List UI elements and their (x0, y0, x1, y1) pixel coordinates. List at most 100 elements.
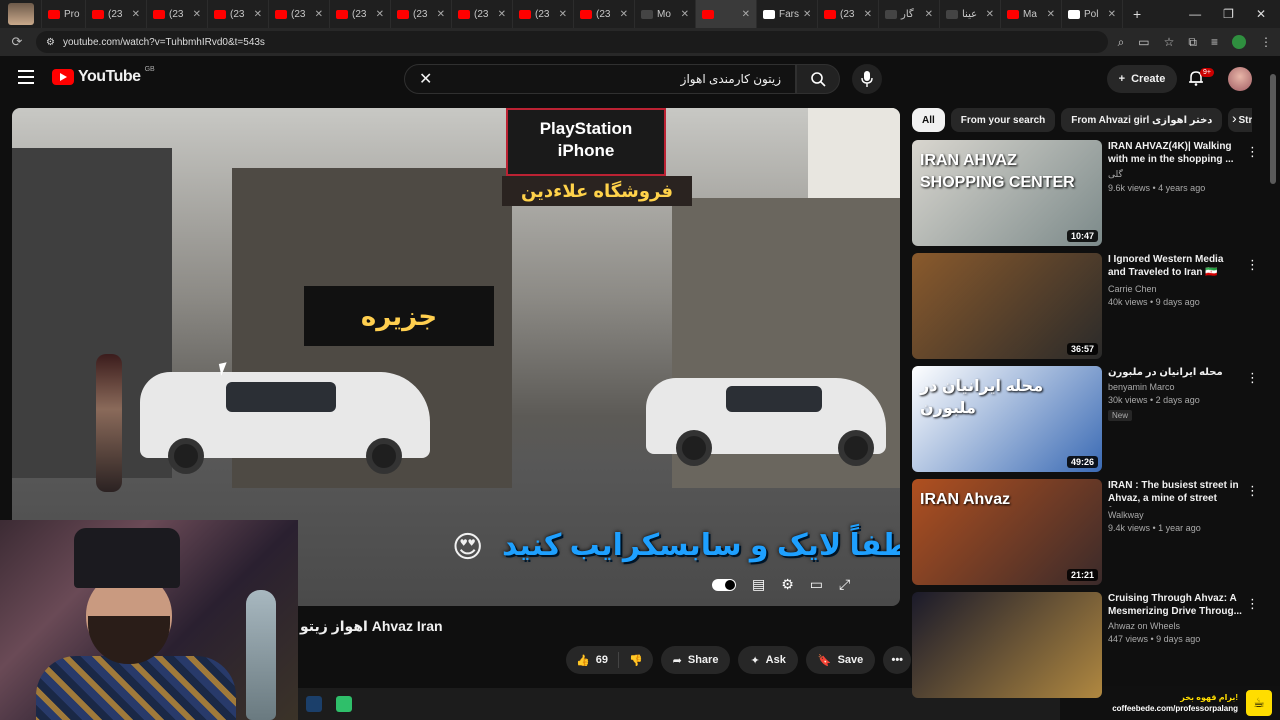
browser-tab[interactable]: Pol ✕ (1062, 0, 1123, 28)
recommendation-title[interactable]: IRAN : The busiest street in Ahvaz, a mi… (1108, 479, 1242, 507)
browser-tab[interactable]: ✕ (696, 0, 757, 28)
captions-icon[interactable]: ▤ (752, 576, 765, 593)
close-tab-icon[interactable]: ✕ (864, 9, 872, 20)
maximize-icon[interactable]: ❐ (1223, 7, 1234, 21)
recommendation-item[interactable]: 36:57 I Ignored Western Media and Travele… (912, 253, 1262, 366)
save-button[interactable]: 🔖 Save (805, 646, 876, 674)
channel-name[interactable]: benyamin Marco (1108, 382, 1242, 392)
browser-tab[interactable]: Ma ✕ (1001, 0, 1062, 28)
close-tab-icon[interactable]: ✕ (803, 9, 811, 20)
recommendation-title[interactable]: IRAN AHVAZ(4K)| Walking with me in the s… (1108, 140, 1242, 166)
recommendation-title[interactable]: I Ignored Western Media and Traveled to … (1108, 253, 1242, 281)
settings-gear-icon[interactable]: ⚙ (781, 576, 794, 593)
dislike-button[interactable]: 👎 (619, 646, 653, 674)
ask-button[interactable]: ✦ Ask (738, 646, 798, 674)
filter-chip[interactable]: All (912, 108, 945, 132)
recommendation-item[interactable]: IRAN AHVAZ SHOPPING CENTER 10:47 IRAN AHVA… (912, 140, 1262, 253)
bookmark-star-icon[interactable]: ☆ (1164, 35, 1175, 50)
close-tab-icon[interactable]: ✕ (925, 9, 933, 20)
hamburger-icon[interactable] (18, 70, 34, 84)
close-tab-icon[interactable]: ✕ (559, 9, 567, 20)
browser-tab[interactable]: (23 ✕ (818, 0, 879, 28)
theater-mode-icon[interactable]: ▭ (810, 576, 823, 593)
browser-tab[interactable]: (23 ✕ (513, 0, 574, 28)
browser-tab[interactable]: Mo ✕ (635, 0, 696, 28)
mic-icon[interactable] (852, 64, 882, 94)
close-window-icon[interactable]: ✕ (1256, 7, 1266, 21)
close-tab-icon[interactable]: ✕ (620, 9, 628, 20)
browser-tab[interactable]: (23 ✕ (208, 0, 269, 28)
close-tab-icon[interactable]: ✕ (742, 9, 750, 20)
account-avatar[interactable] (1228, 67, 1252, 91)
close-tab-icon[interactable]: ✕ (376, 9, 384, 20)
video-thumbnail[interactable]: IRAN Ahvaz 21:21 (912, 479, 1102, 585)
like-button[interactable]: 👍 69 (566, 646, 618, 674)
profile-avatar-icon[interactable] (1232, 34, 1246, 49)
url-field[interactable]: ⚙ youtube.com/watch?v=TuhbmhIRvd0&t=543s (36, 31, 1108, 53)
youtube-logo[interactable]: YouTube GB (52, 66, 155, 86)
close-tab-icon[interactable]: ✕ (1108, 9, 1116, 20)
close-tab-icon[interactable]: ✕ (315, 9, 323, 20)
recommendation-item[interactable]: Cruising Through Ahvaz: A Mesmerizing Dr… (912, 592, 1262, 705)
close-tab-icon[interactable]: ✕ (437, 9, 445, 20)
more-actions-button[interactable]: ••• (883, 646, 912, 674)
video-thumbnail[interactable]: IRAN AHVAZ SHOPPING CENTER 10:47 (912, 140, 1102, 246)
filter-chip[interactable]: From your search (950, 108, 1056, 132)
new-tab-icon[interactable]: + (1123, 6, 1151, 22)
browser-tab[interactable]: Fars ✕ (757, 0, 818, 28)
video-thumbnail[interactable]: محله ایرانیان در ملبورن 49:26 (912, 366, 1102, 472)
reload-icon[interactable]: ⟳ (8, 34, 26, 50)
close-tab-icon[interactable]: ✕ (498, 9, 506, 20)
close-tab-icon[interactable]: ✕ (254, 9, 262, 20)
recommendation-item[interactable]: IRAN Ahvaz 21:21 IRAN : The busiest street… (912, 479, 1262, 592)
close-tab-icon[interactable]: ✕ (681, 9, 689, 20)
fullscreen-icon[interactable]: ⤢ (839, 576, 850, 593)
more-options-icon[interactable]: ⋮ (1246, 370, 1259, 386)
recommendation-title[interactable]: Cruising Through Ahvaz: A Mesmerizing Dr… (1108, 592, 1242, 618)
media-controls-icon[interactable]: ≡ (1211, 35, 1218, 50)
channel-name[interactable]: Ahwaz on Wheels (1108, 621, 1242, 631)
video-thumbnail[interactable]: 36:57 (912, 253, 1102, 359)
site-info-icon[interactable]: ⚙ (46, 37, 55, 48)
autoplay-toggle[interactable] (712, 578, 736, 591)
recommendation-item[interactable]: محله ایرانیان در ملبورن 49:26 محله ایرانیا… (912, 366, 1262, 479)
scrollbar-thumb[interactable] (1270, 74, 1276, 184)
share-button[interactable]: ➦ Share (660, 646, 731, 674)
browser-tab[interactable]: (23 ✕ (269, 0, 330, 28)
close-tab-icon[interactable]: ✕ (986, 9, 994, 20)
browser-tab[interactable]: عینا ✕ (940, 0, 1001, 28)
browser-tab[interactable]: (23 ✕ (330, 0, 391, 28)
clear-search-icon[interactable]: ✕ (419, 69, 432, 89)
chevron-right-icon[interactable]: › (1232, 110, 1237, 126)
browser-tab[interactable]: گار ✕ (879, 0, 940, 28)
extensions-icon[interactable]: ⧉ (1188, 35, 1197, 50)
browser-tab[interactable]: (23 ✕ (86, 0, 147, 28)
more-options-icon[interactable]: ⋮ (1246, 144, 1259, 160)
steam-icon[interactable] (306, 696, 322, 712)
close-tab-icon[interactable]: ✕ (1047, 9, 1055, 20)
channel-name[interactable]: گلی (1108, 169, 1242, 180)
filter-chip[interactable]: From Ahvazi girl دختر اهوازی (1061, 108, 1223, 132)
browser-tab[interactable]: (23 ✕ (574, 0, 635, 28)
minimize-icon[interactable]: — (1189, 7, 1201, 21)
browser-menu-icon[interactable]: ⋮ (1260, 35, 1272, 50)
browser-tab[interactable]: (23 ✕ (147, 0, 208, 28)
browser-tab[interactable]: (23 ✕ (391, 0, 452, 28)
video-thumbnail[interactable] (912, 592, 1102, 698)
create-button[interactable]: + Create (1107, 65, 1177, 93)
more-options-icon[interactable]: ⋮ (1246, 483, 1259, 499)
close-tab-icon[interactable]: ✕ (193, 9, 201, 20)
channel-name[interactable]: Carrie Chen (1108, 284, 1242, 294)
page-scrollbar[interactable] (1270, 62, 1278, 682)
browser-tab[interactable]: Pro✕ (42, 0, 86, 28)
more-options-icon[interactable]: ⋮ (1246, 596, 1259, 612)
search-input[interactable]: زیتون کارمندی اهواز ✕ (404, 64, 796, 94)
more-options-icon[interactable]: ⋮ (1246, 257, 1259, 273)
browser-tab[interactable]: (23 ✕ (452, 0, 513, 28)
recommendation-title[interactable]: محله ایرانیان در ملبورن (1108, 366, 1242, 379)
green-app-icon[interactable] (336, 696, 352, 712)
zoom-icon[interactable]: ⌕ (1118, 35, 1125, 50)
cast-icon[interactable]: ▭ (1138, 35, 1149, 50)
channel-name[interactable]: Walkway (1108, 510, 1242, 520)
search-icon[interactable] (796, 64, 840, 94)
